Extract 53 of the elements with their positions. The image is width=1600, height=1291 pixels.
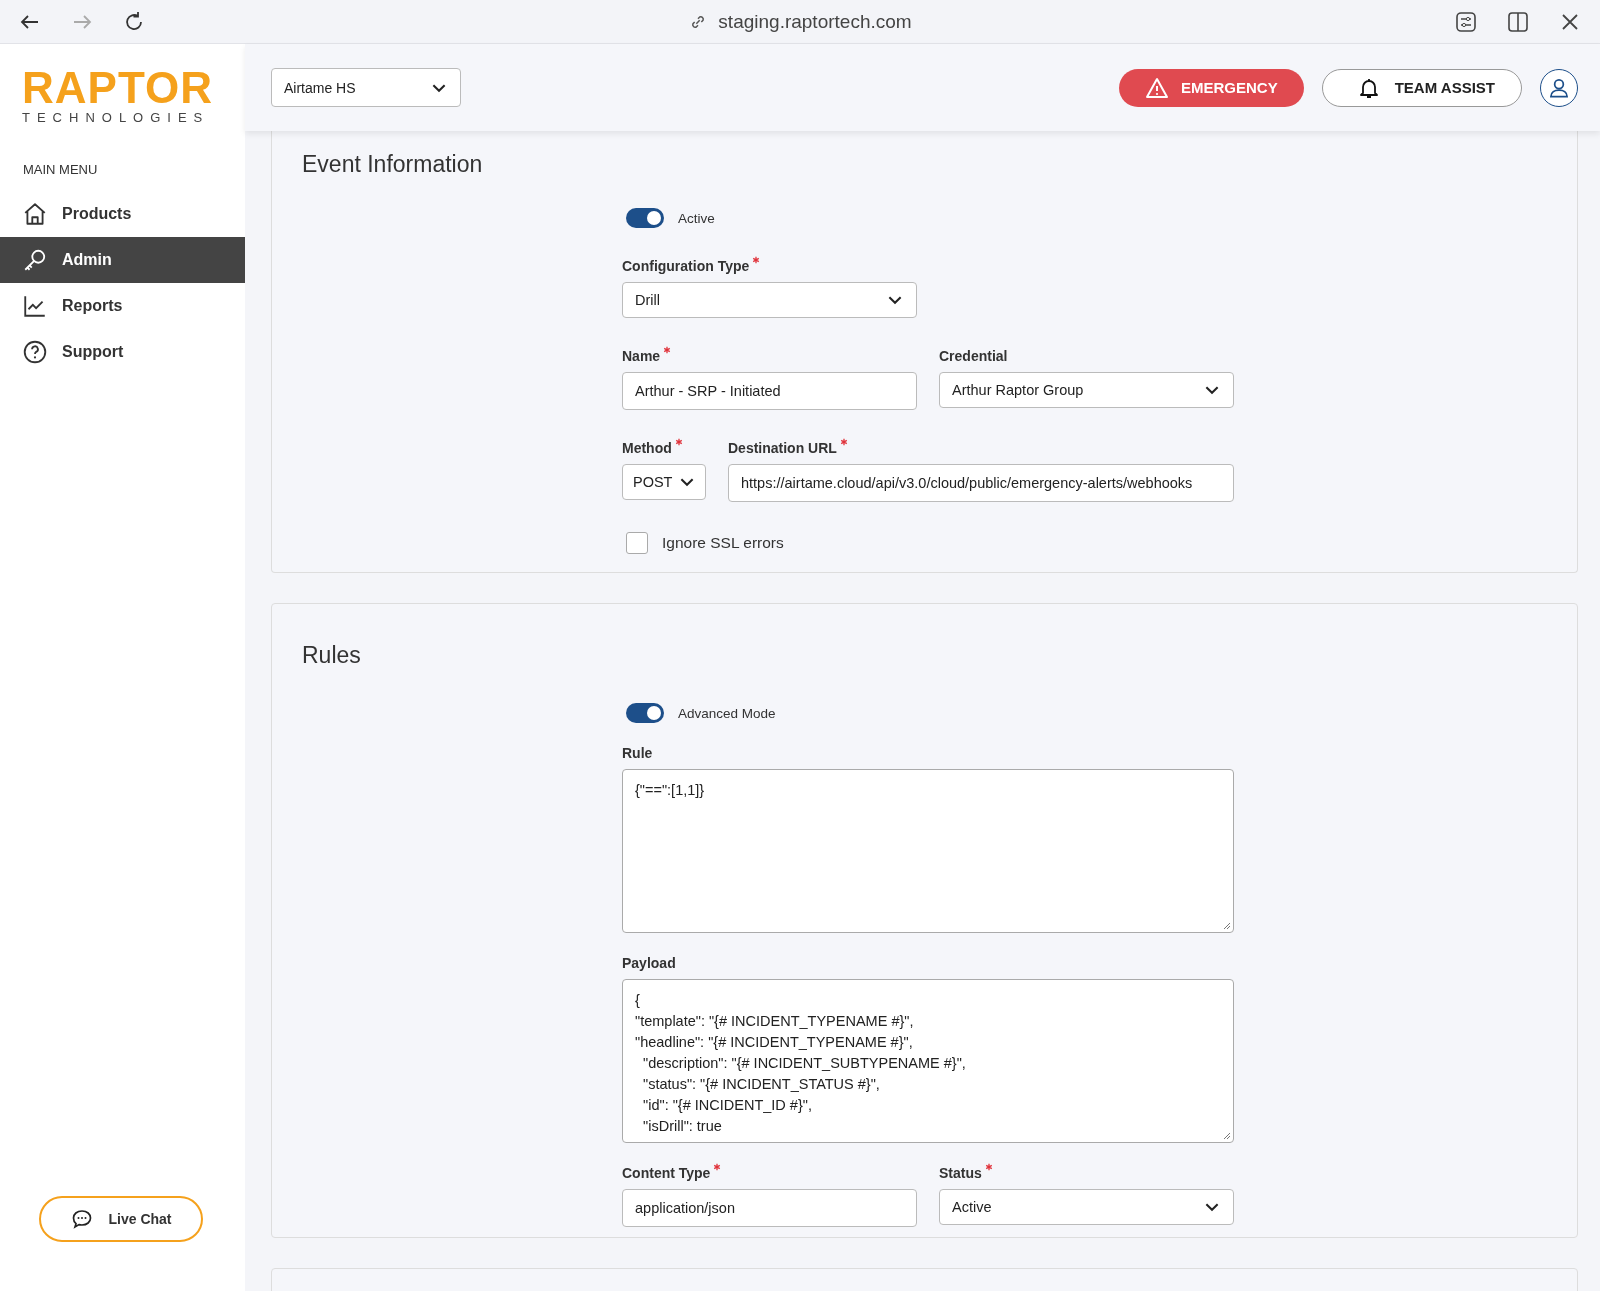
text-field[interactable]: Arthur - SRP - Initiated	[622, 372, 917, 410]
required-asterisk-icon	[663, 346, 672, 354]
emergency-button[interactable]: EMERGENCY	[1119, 68, 1304, 107]
menu-item[interactable]: Products	[0, 191, 245, 237]
toggle-label: Active	[678, 210, 715, 226]
logo: RAPTOR TECHNOLOGIES	[21, 62, 214, 127]
toggle-label: Advanced Mode	[678, 705, 776, 721]
field-label: Configuration Type	[622, 258, 750, 274]
field-label: Method	[622, 440, 672, 456]
text-field[interactable]: application/json	[622, 1189, 917, 1227]
field-label: Status	[939, 1165, 982, 1181]
checkbox[interactable]	[626, 532, 648, 554]
school-dropdown[interactable]: Airtame HS	[271, 68, 461, 107]
field-label: Credential	[939, 348, 1008, 364]
required-asterisk-icon	[674, 438, 683, 446]
field-label: Payload	[622, 955, 676, 971]
field-label: Name	[622, 348, 661, 364]
required-asterisk-icon	[752, 256, 761, 264]
menu-item[interactable]: Support	[0, 329, 245, 375]
help-icon	[22, 339, 48, 365]
toggle-switch[interactable]	[626, 703, 664, 723]
dropdown[interactable]: Active	[939, 1189, 1234, 1225]
section-title: Rules	[302, 642, 362, 669]
user-avatar-button[interactable]	[1540, 68, 1578, 107]
home-icon	[22, 201, 48, 227]
menu-item[interactable]: Reports	[0, 283, 245, 329]
required-asterisk-icon	[713, 1163, 722, 1171]
section-title: Event Information	[302, 151, 484, 178]
team-assist-button[interactable]: TEAM ASSIST	[1321, 68, 1522, 107]
menu-heading: MAIN MENU	[22, 161, 99, 179]
url-text[interactable]: staging.raptortech.com	[718, 10, 912, 33]
menu-item[interactable]: Admin	[0, 237, 245, 283]
split-view-icon[interactable]	[1506, 9, 1530, 34]
required-asterisk-icon	[839, 438, 848, 446]
line-chart-icon	[22, 293, 48, 319]
checkbox-label: Ignore SSL errors	[662, 534, 784, 552]
live-chat-button[interactable]: Live Chat	[39, 1196, 203, 1242]
field-label: Destination URL	[728, 440, 837, 456]
resize-grip-icon[interactable]	[1221, 920, 1231, 930]
settings-icon[interactable]	[1454, 9, 1478, 34]
field-label: Content Type	[622, 1165, 711, 1181]
dropdown[interactable]: Arthur Raptor Group	[939, 372, 1234, 408]
toggle-switch[interactable]	[626, 208, 664, 228]
dropdown[interactable]: POST	[622, 464, 706, 500]
text-area[interactable]: { "template": "{# INCIDENT_TYPENAME #}", "headline": "{# INCIDENT_TYPENAME #}", "description": "{# INCIDENT_SUBTYPENAME #}", "status": "{# INCIDENT_STATUS #}", "id": "{# INCIDENT_ID #}", "isDrill": true	[622, 979, 1234, 1143]
text-field[interactable]: https://airtame.cloud/api/v3.0/cloud/public/emergency-alerts/webhooks	[728, 464, 1234, 502]
text-area[interactable]: {"==":[1,1]}	[622, 769, 1234, 933]
field-label: Rule	[622, 745, 653, 761]
dropdown[interactable]: Drill	[622, 282, 917, 318]
required-asterisk-icon	[984, 1163, 993, 1171]
resize-grip-icon[interactable]	[1221, 1130, 1231, 1140]
key-icon	[22, 247, 48, 273]
warning-icon	[1145, 75, 1169, 100]
